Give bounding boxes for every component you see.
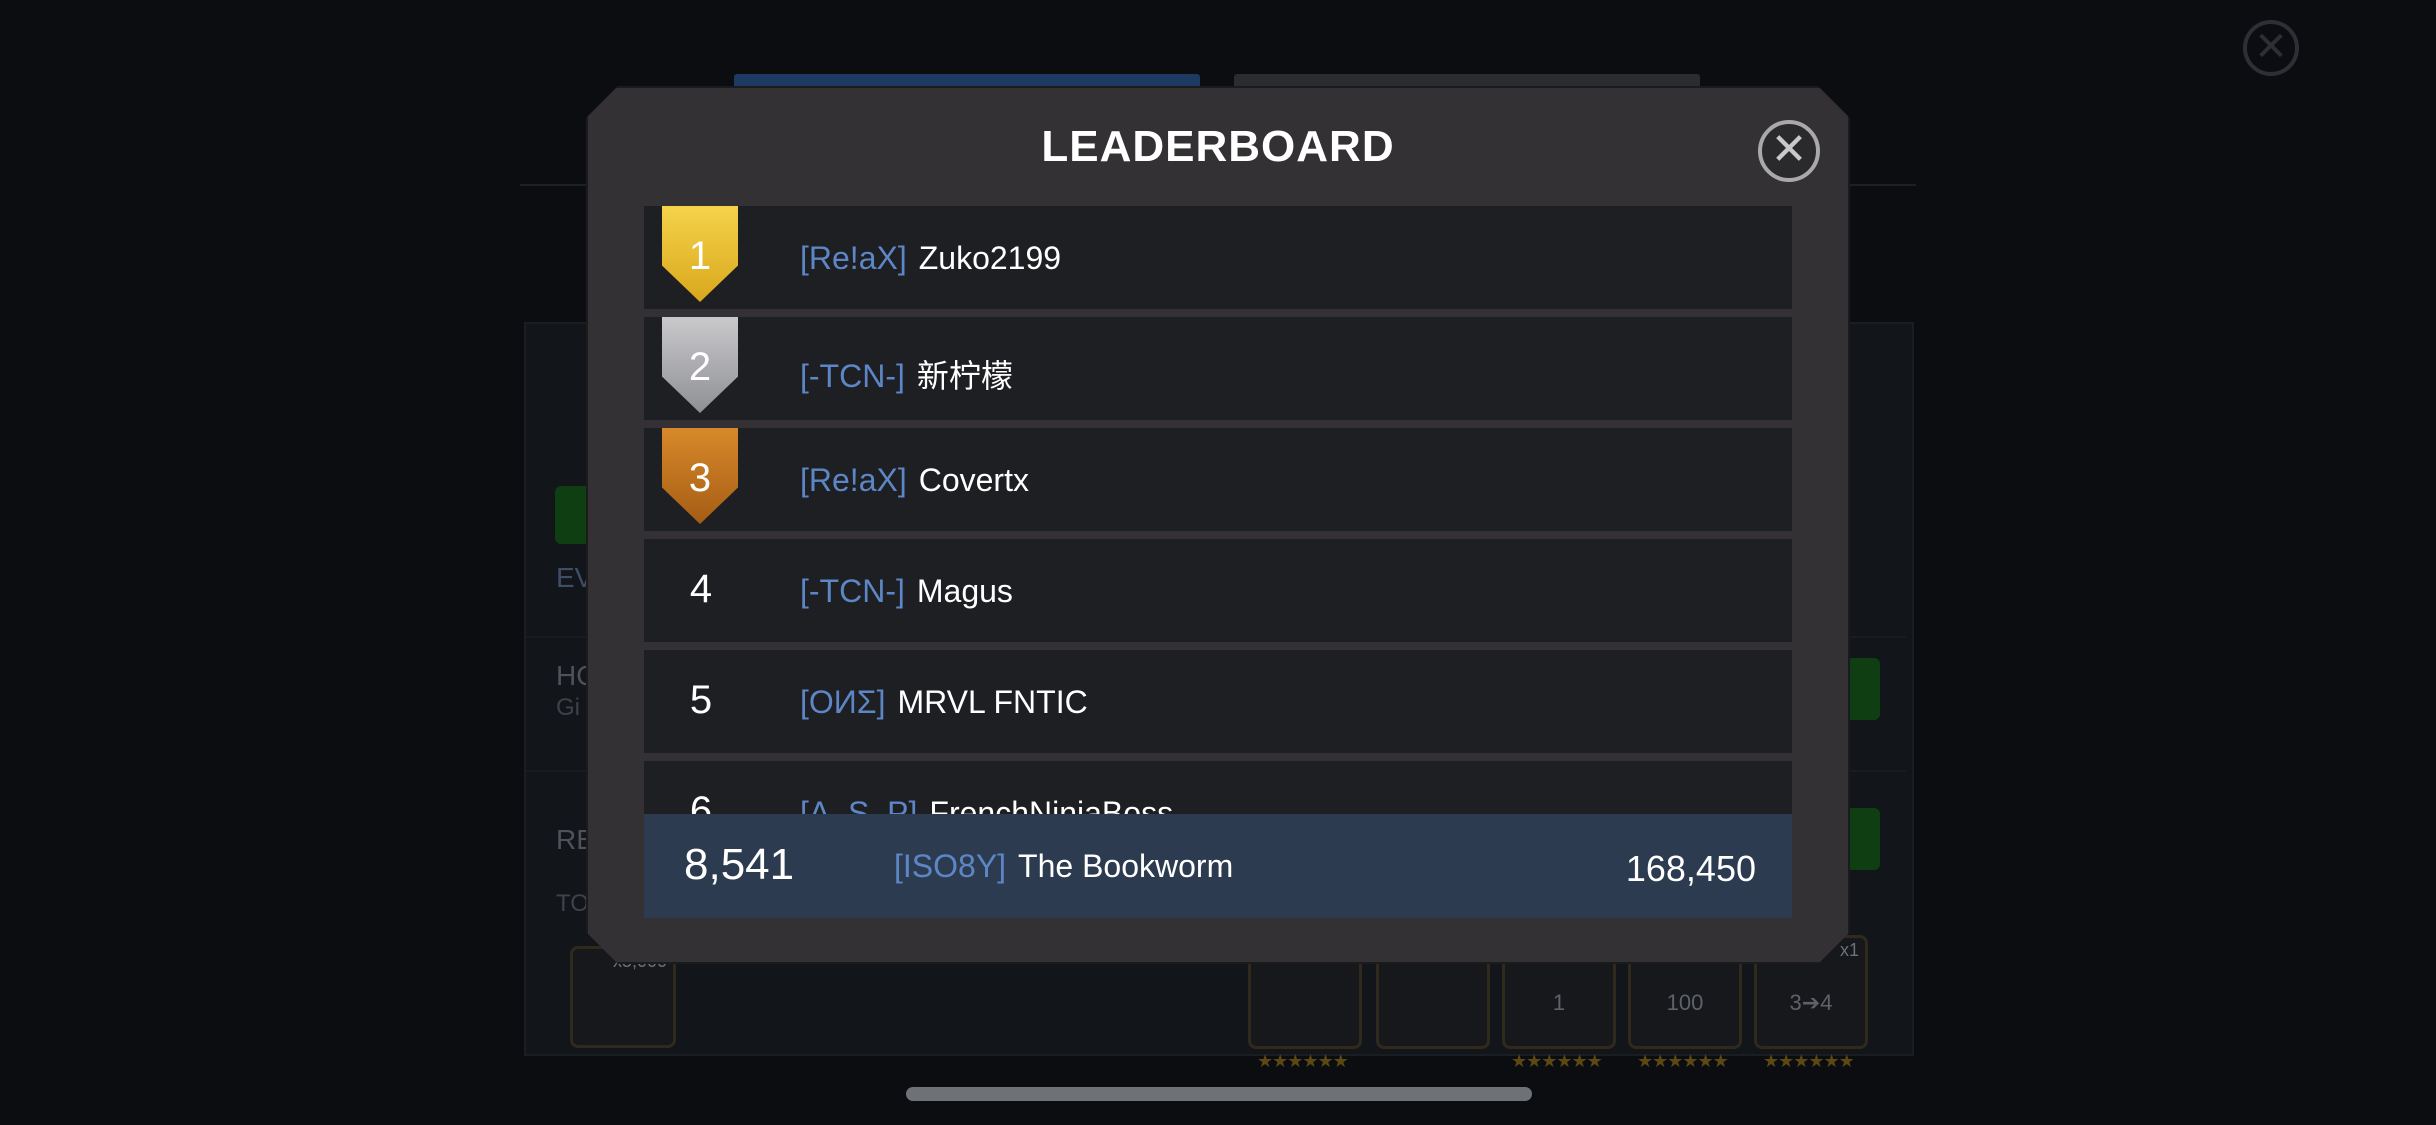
reward-value: 3➔4 xyxy=(1789,990,1833,1015)
rank-number: 5 xyxy=(689,678,713,722)
leaderboard-list[interactable]: 1 [Re!aX] Zuko2199 2 [-TCN-] 新柠檬 3 [Re!aX]… xyxy=(644,206,1792,900)
rank-number: 4 xyxy=(689,567,713,611)
player-entry: [Re!aX] Covertx xyxy=(800,462,1029,499)
current-player-entry: [ISO8Y] The Bookworm xyxy=(894,848,1233,885)
player-name: 新柠檬 xyxy=(916,358,1013,394)
rank-number: 2 xyxy=(688,345,712,389)
player-name: Covertx xyxy=(918,462,1029,498)
background-text: Gi xyxy=(556,694,580,721)
current-player-score: 168,450 xyxy=(1625,848,1756,889)
rank-number: 1 xyxy=(688,234,712,278)
player-name: MRVL FNTIC xyxy=(897,684,1088,720)
alliance-tag: [Re!aX] xyxy=(800,462,907,498)
reward-stars: ★★★★★★ xyxy=(1511,1051,1603,1071)
leaderboard-row-4[interactable]: 4 [-TCN-] Magus xyxy=(644,539,1792,642)
alliance-tag: [-TCN-] xyxy=(800,573,905,609)
background-green-button xyxy=(555,486,591,544)
background-green-button xyxy=(1846,658,1880,720)
reward-value: 100 xyxy=(1666,990,1704,1015)
background-tab xyxy=(1234,74,1700,88)
silver-rank-badge-icon: 2 xyxy=(662,317,738,413)
current-player-row[interactable]: 8,541 [ISO8Y] The Bookworm 168,450 xyxy=(644,814,1792,918)
background-text: TO xyxy=(556,890,589,917)
player-name: The Bookworm xyxy=(1018,848,1234,884)
leaderboard-row-5[interactable]: 5 [ΟИΣ] MRVL FNTIC xyxy=(644,650,1792,753)
reward-stars: ★★★★★★ xyxy=(1637,1051,1729,1071)
leaderboard-row-3[interactable]: 3 [Re!aX] Covertx xyxy=(644,428,1792,531)
leaderboard-row-1[interactable]: 1 [Re!aX] Zuko2199 xyxy=(644,206,1792,309)
background-close-icon: ✕ xyxy=(2243,20,2299,76)
player-entry: [-TCN-] 新柠檬 xyxy=(800,351,1013,397)
reward-value: 1 xyxy=(1552,990,1566,1015)
player-name: Magus xyxy=(916,573,1013,609)
alliance-tag: [ISO8Y] xyxy=(894,848,1007,884)
player-entry: [ΟИΣ] MRVL FNTIC xyxy=(800,684,1088,721)
rank-number: 3 xyxy=(688,456,712,500)
alliance-tag: [ΟИΣ] xyxy=(800,684,886,720)
reward-quantity: x1 xyxy=(1839,940,1859,960)
background-green-button xyxy=(1846,808,1880,870)
background-tab-active xyxy=(734,74,1200,88)
alliance-tag: [Re!aX] xyxy=(800,240,907,276)
reward-stars: ★★★★★★ xyxy=(1257,1051,1349,1071)
reward-stars: ★★★★★★ xyxy=(1763,1051,1855,1071)
bronze-rank-badge-icon: 3 xyxy=(662,428,738,524)
gold-rank-badge-icon: 1 xyxy=(662,206,738,302)
leaderboard-modal: LEADERBOARD ✕ 1 [Re!aX] Zuko2199 2 [-TCN-… xyxy=(586,86,1850,964)
player-name: Zuko2199 xyxy=(918,240,1062,276)
alliance-tag: [-TCN-] xyxy=(800,358,905,394)
current-player-rank: 8,541 xyxy=(684,840,795,889)
home-indicator[interactable] xyxy=(906,1087,1532,1101)
player-entry: [-TCN-] Magus xyxy=(800,573,1013,610)
modal-title: LEADERBOARD xyxy=(1041,122,1395,171)
close-icon[interactable]: ✕ xyxy=(1758,120,1820,182)
player-entry: [Re!aX] Zuko2199 xyxy=(800,240,1061,277)
leaderboard-row-2[interactable]: 2 [-TCN-] 新柠檬 xyxy=(644,317,1792,420)
